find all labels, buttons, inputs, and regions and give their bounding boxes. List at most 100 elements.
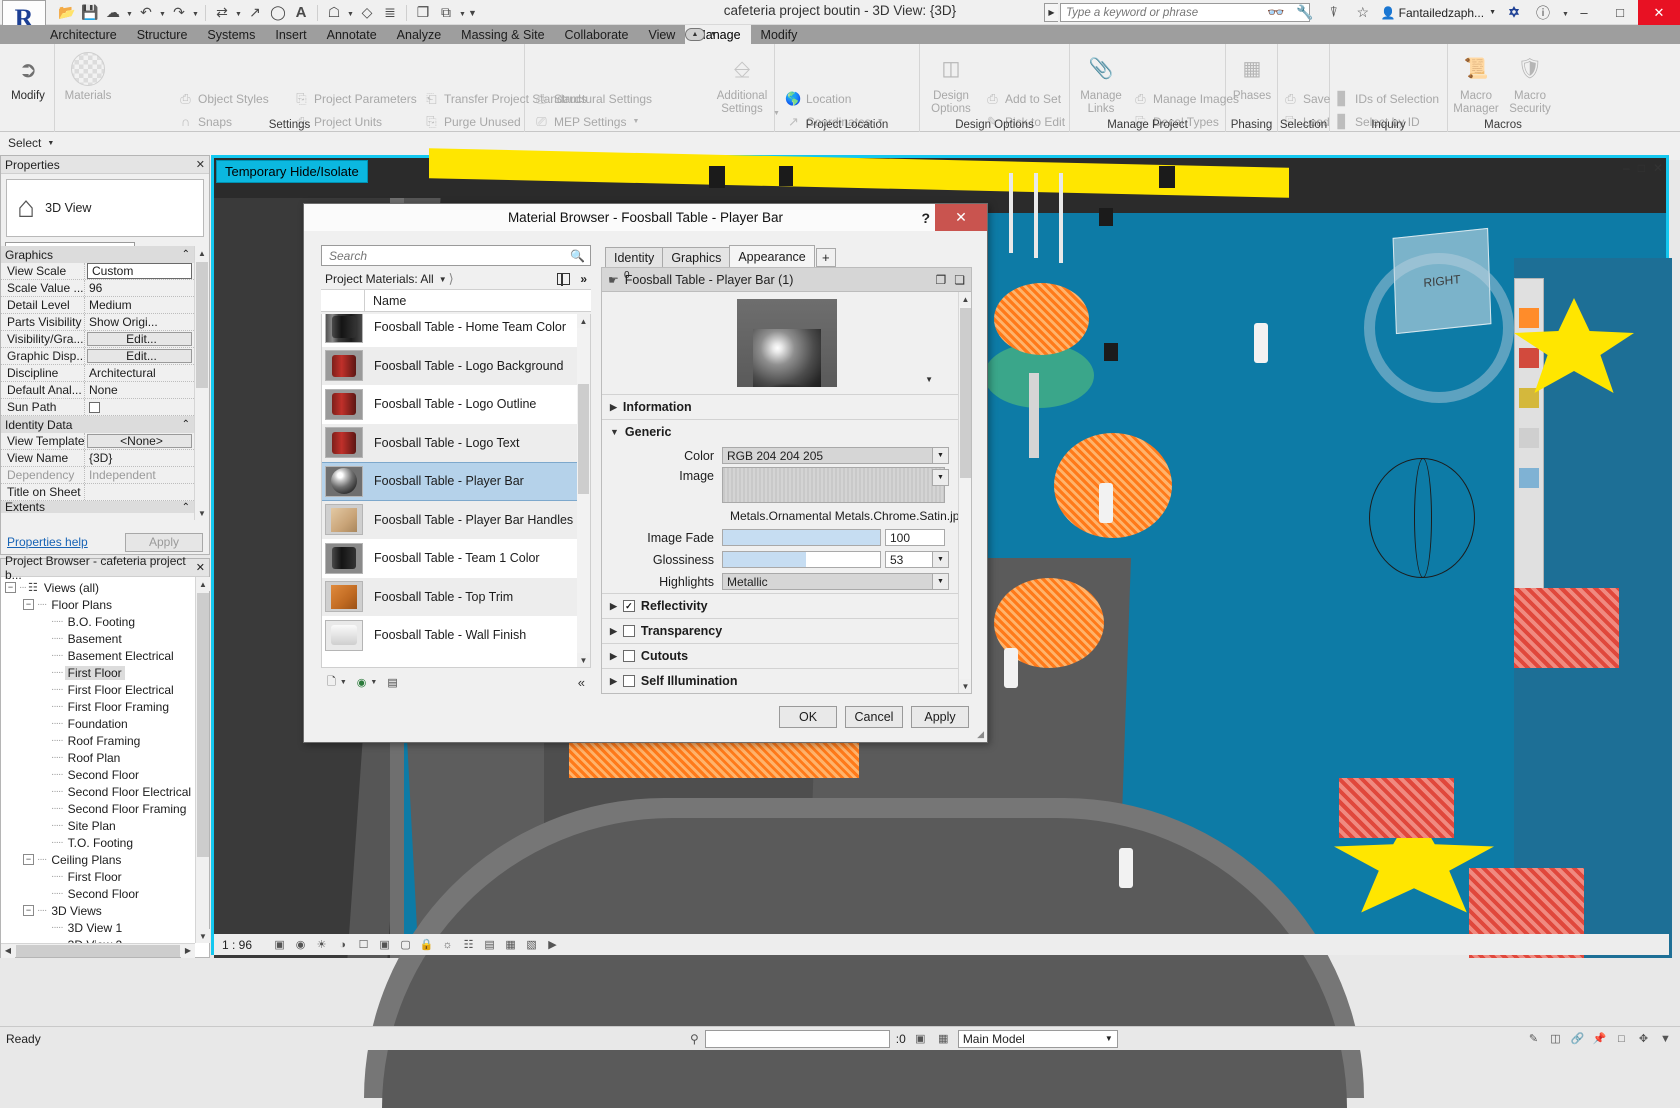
tree-node-roof-plan[interactable]: ····· Roof Plan <box>1 749 195 766</box>
sun-path-icon[interactable]: ☀ <box>314 937 329 952</box>
drag-elements-icon[interactable]: ✥ <box>1635 1030 1652 1047</box>
collapse-icon[interactable]: ⌃ <box>182 249 190 260</box>
section-information-header[interactable]: ▶ Information <box>602 395 971 419</box>
expander-icon[interactable]: − <box>5 582 16 593</box>
section-reflectivity-header[interactable]: ▶ ✓ Reflectivity <box>602 594 971 618</box>
tab-annotate[interactable]: Annotate <box>317 25 387 44</box>
worksharing-display-icon[interactable]: ▶ <box>545 937 560 952</box>
tree-node-site-plan[interactable]: ····· Site Plan <box>1 817 195 834</box>
wrench-icon[interactable]: 🔧 <box>1294 2 1316 23</box>
analytical-model-icon[interactable]: ▦ <box>503 937 518 952</box>
scrollbar-thumb[interactable] <box>578 384 589 494</box>
view-close-icon[interactable]: ✕ <box>1653 161 1663 175</box>
exclude-pinned-icon[interactable]: 📌 <box>1591 1030 1608 1047</box>
duplicate-asset-icon[interactable]: ❐ <box>935 273 946 287</box>
tab-architecture[interactable]: Architecture <box>40 25 127 44</box>
search-binoculars-icon[interactable]: 👓 <box>1265 2 1287 23</box>
reveal-hidden-icon[interactable]: ☷ <box>461 937 476 952</box>
expander-icon[interactable]: − <box>23 854 34 865</box>
ribbon-minimize-icon[interactable]: ▲ <box>685 28 705 41</box>
replace-asset-icon[interactable]: ❏ <box>954 273 965 287</box>
chevron-down-icon[interactable]: ▼ <box>340 679 347 686</box>
project-browser-close-icon[interactable]: ✕ <box>196 561 205 574</box>
save-icon[interactable]: 💾 <box>79 2 101 23</box>
chevron-down-icon[interactable]: ▼ <box>610 427 619 437</box>
exclude-links-icon[interactable]: 🔗 <box>1569 1030 1586 1047</box>
highlights-dropdown-icon[interactable]: ▼ <box>932 573 949 590</box>
macro-manager-button[interactable]: 📜 Macro Manager <box>1448 48 1504 116</box>
glossiness-slider[interactable] <box>722 551 881 568</box>
open-icon[interactable]: 📂 <box>56 2 78 23</box>
switch-windows-icon[interactable]: ⧉ <box>435 2 457 23</box>
list-item[interactable]: Foosball Table - Player Bar Handles <box>322 500 590 539</box>
filter-icon[interactable]: ▼ <box>1657 1030 1674 1047</box>
cutouts-checkbox[interactable] <box>622 650 635 662</box>
maximize-button[interactable]: □ <box>1602 0 1638 25</box>
chevron-right-icon[interactable]: ▶ <box>610 402 617 413</box>
property-row[interactable]: Detail Level Medium <box>1 297 194 314</box>
property-group-extents[interactable]: Extents ⌃ <box>1 501 194 513</box>
user-dropdown-icon[interactable]: ▼ <box>1489 9 1496 16</box>
property-row[interactable]: Parts Visibility Show Origi... <box>1 314 194 331</box>
scroll-up-icon[interactable]: ▲ <box>959 292 971 306</box>
sun-path-checkbox[interactable] <box>89 401 100 413</box>
tab-view[interactable]: View <box>638 25 685 44</box>
tab-massing-and-site[interactable]: Massing & Site <box>451 25 554 44</box>
material-search-box[interactable]: 🔍 <box>321 245 591 266</box>
property-row[interactable]: View Template <None> <box>1 433 194 450</box>
tree-node-second-floor-framing[interactable]: ····· Second Floor Framing <box>1 800 195 817</box>
materials-button[interactable]: Materials <box>60 48 116 103</box>
property-value[interactable] <box>85 484 194 500</box>
image-fade-value[interactable]: 100 <box>885 529 945 546</box>
help-icon[interactable]: ? <box>921 210 930 226</box>
user-account-button[interactable]: 👤 Fantailedzaph... ▼ <box>1381 6 1496 20</box>
tree-node-foundation[interactable]: ····· Foundation <box>1 715 195 732</box>
ids-of-selection-item[interactable]: ▊ IDs of Selection <box>1334 90 1440 107</box>
scroll-up-icon[interactable]: ▲ <box>577 314 590 328</box>
location-item[interactable]: 🌎 Location <box>785 90 851 107</box>
collapse-icon[interactable]: ⌃ <box>182 502 190 513</box>
tree-node-ceiling-second-floor[interactable]: ····· Second Floor <box>1 885 195 902</box>
material-filter-label[interactable]: Project Materials: All <box>325 272 434 286</box>
properties-scrollbar[interactable]: ▲ ▼ <box>194 246 209 520</box>
tree-node-3d-views[interactable]: − ···· 3D Views <box>1 902 195 919</box>
tree-node-basement-electrical[interactable]: ····· Basement Electrical <box>1 647 195 664</box>
list-item[interactable]: Foosball Table - Wall Finish <box>322 616 590 655</box>
undo-icon[interactable]: ↶ <box>135 2 157 23</box>
visibility-graphics-edit-button[interactable]: Edit... <box>87 332 192 346</box>
section-cutouts[interactable]: ▶ Cutouts <box>602 643 971 668</box>
tab-identity[interactable]: Identity <box>605 247 664 267</box>
scroll-down-icon[interactable]: ▼ <box>577 653 590 667</box>
scrollbar-thumb[interactable] <box>196 262 208 388</box>
property-value[interactable]: Medium <box>85 297 194 313</box>
search-expand-icon[interactable]: ▶ <box>1044 3 1058 22</box>
tree-node-first-floor[interactable]: ····· First Floor <box>1 664 195 681</box>
section-reflectivity[interactable]: ▶ ✓ Reflectivity <box>602 593 971 618</box>
scrollbar-thumb[interactable] <box>960 308 971 478</box>
image-swatch[interactable] <box>722 467 945 503</box>
tree-node-first-floor-framing[interactable]: ····· First Floor Framing <box>1 698 195 715</box>
list-item[interactable]: Foosball Table - Logo Background <box>322 346 590 385</box>
property-value[interactable]: None <box>85 382 194 398</box>
select-caret-icon[interactable]: ▼ <box>47 140 54 147</box>
scroll-left-icon[interactable]: ◀ <box>1 943 15 958</box>
design-option-status-caret-icon[interactable]: ▼ <box>1105 1034 1113 1043</box>
properties-close-icon[interactable]: ✕ <box>196 158 205 171</box>
property-row[interactable]: View Name {3D} <box>1 450 194 467</box>
macro-security-button[interactable]: 🛡 Macro Security <box>1502 48 1558 116</box>
self-illumination-checkbox[interactable] <box>622 675 635 687</box>
property-value[interactable]: Show Origi... <box>85 314 194 330</box>
search-icon[interactable]: 🔍 <box>570 249 585 263</box>
scroll-up-icon[interactable]: ▲ <box>195 246 209 260</box>
scroll-down-icon[interactable]: ▼ <box>196 929 210 943</box>
preview-options-caret-icon[interactable]: ▼ <box>925 375 933 384</box>
tree-node-second-floor-electrical[interactable]: ····· Second Floor Electrical <box>1 783 195 800</box>
expander-icon[interactable]: − <box>23 905 34 916</box>
apply-button[interactable]: Apply <box>911 706 969 728</box>
modify-button[interactable]: ➲ Modify <box>0 48 56 103</box>
customize-qat-icon[interactable]: ▼ <box>468 2 477 23</box>
appearance-pane-scrollbar[interactable]: ▲ ▼ <box>958 292 971 693</box>
color-value[interactable]: RGB 204 204 205 <box>722 447 945 464</box>
tag-icon[interactable]: ◯ <box>267 2 289 23</box>
color-dropdown-icon[interactable]: ▼ <box>932 447 949 464</box>
